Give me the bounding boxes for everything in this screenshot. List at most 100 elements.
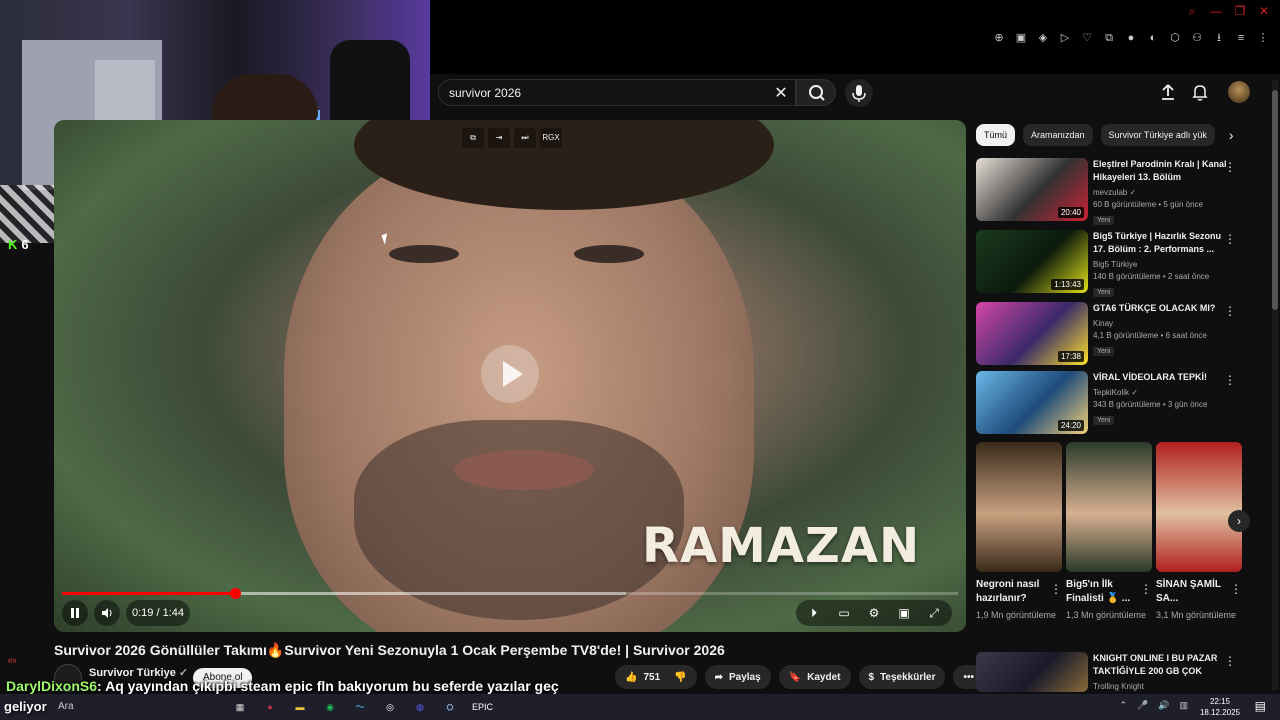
recommendation-title[interactable]: Eleştirel Parodinin Kralı | Kanal Hikaye… <box>1093 158 1229 184</box>
extension-icon[interactable]: ≡ <box>1234 31 1248 45</box>
like-count[interactable]: 751 <box>643 672 660 683</box>
short-title[interactable]: SİNAN ŞAMİL SA... <box>1156 578 1226 606</box>
recommendation-title[interactable]: KNIGHT ONLINE I BU PAZAR TAKTİĞİYLE 200 … <box>1093 652 1229 678</box>
autoplay-toggle[interactable]: ⏵ <box>804 606 824 621</box>
channel-label[interactable]: Big5 Türkiye <box>1093 260 1137 269</box>
channel-label[interactable]: mevzulab <box>1093 188 1127 197</box>
page-scrollbar[interactable] <box>1272 80 1278 690</box>
short-thumbnail[interactable] <box>1156 442 1242 572</box>
fullscreen-icon[interactable]: ⤢ <box>924 606 944 621</box>
extension-icon[interactable]: ▣ <box>1014 31 1028 45</box>
recommendation-channel[interactable]: Kinay <box>1093 319 1229 328</box>
short-item[interactable]: Big5'ın İlk Finalisti 🥇 ... 1,3 Mn görünt… <box>1066 442 1152 620</box>
search-query[interactable]: survivor 2026 <box>449 86 521 100</box>
pause-button[interactable] <box>62 600 88 626</box>
video-thumbnail[interactable]: 24:20 <box>976 371 1088 434</box>
extension-icon[interactable]: ● <box>1124 31 1138 45</box>
filter-chip[interactable]: Aramanızdan <box>1023 124 1093 146</box>
channel-label[interactable]: Trolling Knight <box>1093 682 1144 691</box>
recommendation-title[interactable]: Big5 Türkiye | Hazırlık Sezonu 17. Bölüm… <box>1093 230 1229 256</box>
more-options-icon[interactable]: ⋮ <box>1224 304 1236 318</box>
save-button[interactable]: 🔖 Kaydet <box>778 665 851 689</box>
short-thumbnail[interactable] <box>976 442 1062 572</box>
recommendation-channel[interactable]: mevzulab ✓ <box>1093 188 1229 197</box>
short-title[interactable]: Big5'ın İlk Finalisti 🥇 ... <box>1066 578 1136 606</box>
miniplayer-icon[interactable]: ⧉ <box>462 128 484 148</box>
taskbar-app-icon[interactable]: ◎ <box>382 699 398 715</box>
video-thumbnail[interactable]: 17:38 <box>976 302 1088 365</box>
more-options-icon[interactable]: ⋮ <box>1050 582 1062 596</box>
recommendation-channel[interactable]: Trolling Knight <box>1093 682 1229 691</box>
extension-icon[interactable]: ⭳ <box>1212 31 1226 45</box>
settings-icon[interactable]: ⚙ <box>864 606 884 620</box>
theater-mode-icon[interactable]: ▣ <box>894 606 914 620</box>
taskbar-app-icon[interactable]: ⛭ <box>442 699 458 715</box>
notification-icon[interactable]: ▤ <box>1255 699 1266 713</box>
extension-icon[interactable]: ⧉ <box>1102 31 1116 45</box>
more-options-icon[interactable]: ⋮ <box>1224 373 1236 387</box>
taskbar-app-icon[interactable]: ▬ <box>292 699 308 715</box>
extension-icon[interactable]: ▷ <box>1058 31 1072 45</box>
bell-icon[interactable] <box>1190 82 1210 102</box>
more-options-icon[interactable]: ⋮ <box>1230 582 1242 596</box>
video-thumbnail[interactable] <box>976 652 1088 692</box>
search-button[interactable] <box>796 79 836 106</box>
recommendation-item[interactable]: 17:38 GTA6 TÜRKÇE OLACAK MI? Kinay 4,1 B gö… <box>976 302 1246 366</box>
play-overlay-icon[interactable] <box>481 345 539 403</box>
extension-icon[interactable]: ⋮ <box>1256 31 1270 45</box>
video-thumbnail[interactable]: 1:13:43 <box>976 230 1088 293</box>
short-thumbnail[interactable] <box>1066 442 1152 572</box>
recommendation-item[interactable]: 24:20 VİRAL VİDEOLARA TEPKİ! TepkiKolik ✓ 3… <box>976 371 1246 435</box>
video-player[interactable]: RAMAZAN ⧉ ⇥ ⏭ RGX 0:19 / 1:44 ⏵ ▭ ⚙ ▣ ⤢ <box>54 120 966 632</box>
short-item[interactable]: SİNAN ŞAMİL SA... 3,1 Mn görüntüleme ⋮ <box>1156 442 1242 620</box>
popout-icon[interactable]: ⇥ <box>488 128 510 148</box>
like-icon[interactable]: 👍 <box>625 672 637 683</box>
upload-icon[interactable] <box>1158 82 1178 102</box>
recommendation-title[interactable]: GTA6 TÜRKÇE OLACAK MI? <box>1093 302 1229 315</box>
recommendation-title[interactable]: VİRAL VİDEOLARA TEPKİ! <box>1093 371 1229 384</box>
extension-icon[interactable]: ⊕ <box>992 31 1006 45</box>
speaker-icon[interactable]: 🔊 <box>1158 700 1169 711</box>
recommendation-channel[interactable]: Big5 Türkiye <box>1093 260 1229 269</box>
extension-icon[interactable]: ◐ <box>1146 31 1160 45</box>
maximize-icon[interactable]: ❐ <box>1234 4 1246 19</box>
filter-chip[interactable]: Survivor Türkiye adlı yük <box>1100 124 1215 146</box>
taskbar-app-icon[interactable]: ▦ <box>232 699 248 715</box>
more-options-icon[interactable]: ⋮ <box>1224 232 1236 246</box>
taskbar-app-icon[interactable]: EPIC <box>472 699 493 715</box>
extension-icon[interactable]: ⚇ <box>1190 31 1204 45</box>
search-input[interactable]: survivor 2026 ✕ <box>438 79 796 106</box>
recommendation-item[interactable]: KNIGHT ONLINE I BU PAZAR TAKTİĞİYLE 200 … <box>976 652 1246 692</box>
clear-search-icon[interactable]: ✕ <box>771 83 791 103</box>
chips-next-icon[interactable]: › <box>1229 127 1234 143</box>
taskbar-app-icon[interactable]: ◍ <box>412 699 428 715</box>
video-thumbnail[interactable]: 20:40 <box>976 158 1088 221</box>
channel-label[interactable]: Kinay <box>1093 319 1113 328</box>
extension-icon[interactable]: ♡ <box>1080 31 1094 45</box>
extension-icon[interactable]: ◈ <box>1036 31 1050 45</box>
taskbar-search-label[interactable]: Ara <box>58 701 74 712</box>
more-options-icon[interactable]: ⋮ <box>1140 582 1152 596</box>
scrollbar-thumb[interactable] <box>1272 90 1278 310</box>
recommendation-channel[interactable]: TepkiKolik ✓ <box>1093 388 1229 397</box>
minimize-icon[interactable]: — <box>1210 4 1222 19</box>
channel-label[interactable]: TepkiKolik <box>1093 388 1129 397</box>
more-options-icon[interactable]: ⋮ <box>1224 160 1236 174</box>
taskbar-app-icon[interactable]: ● <box>262 699 278 715</box>
subtitles-icon[interactable]: ▭ <box>834 606 854 620</box>
tray-chevron-icon[interactable]: ⌃ <box>1120 700 1128 711</box>
dislike-icon[interactable]: 👎 <box>674 672 686 683</box>
search-icon[interactable]: ⌕ <box>1186 4 1198 19</box>
short-title[interactable]: Negroni nasıl hazırlanır? <box>976 578 1046 606</box>
thanks-button[interactable]: $ Teşekkürler <box>858 665 946 689</box>
rgx-button[interactable]: RGX <box>540 128 562 148</box>
short-item[interactable]: Negroni nasıl hazırlanır? 1,9 Mn görüntül… <box>976 442 1062 620</box>
voice-search-button[interactable] <box>845 79 873 107</box>
taskbar-app-icon[interactable]: 〜 <box>352 699 368 715</box>
filter-chip[interactable]: Tümü <box>976 124 1016 146</box>
network-icon[interactable]: ▥ <box>1179 700 1188 711</box>
close-icon[interactable]: ✕ <box>1258 4 1270 19</box>
recommendation-item[interactable]: 20:40 Eleştirel Parodinin Kralı | Kanal H… <box>976 158 1246 225</box>
extension-icon[interactable]: ⬡ <box>1168 31 1182 45</box>
recommendation-item[interactable]: 1:13:43 Big5 Türkiye | Hazırlık Sezonu 17… <box>976 230 1246 297</box>
